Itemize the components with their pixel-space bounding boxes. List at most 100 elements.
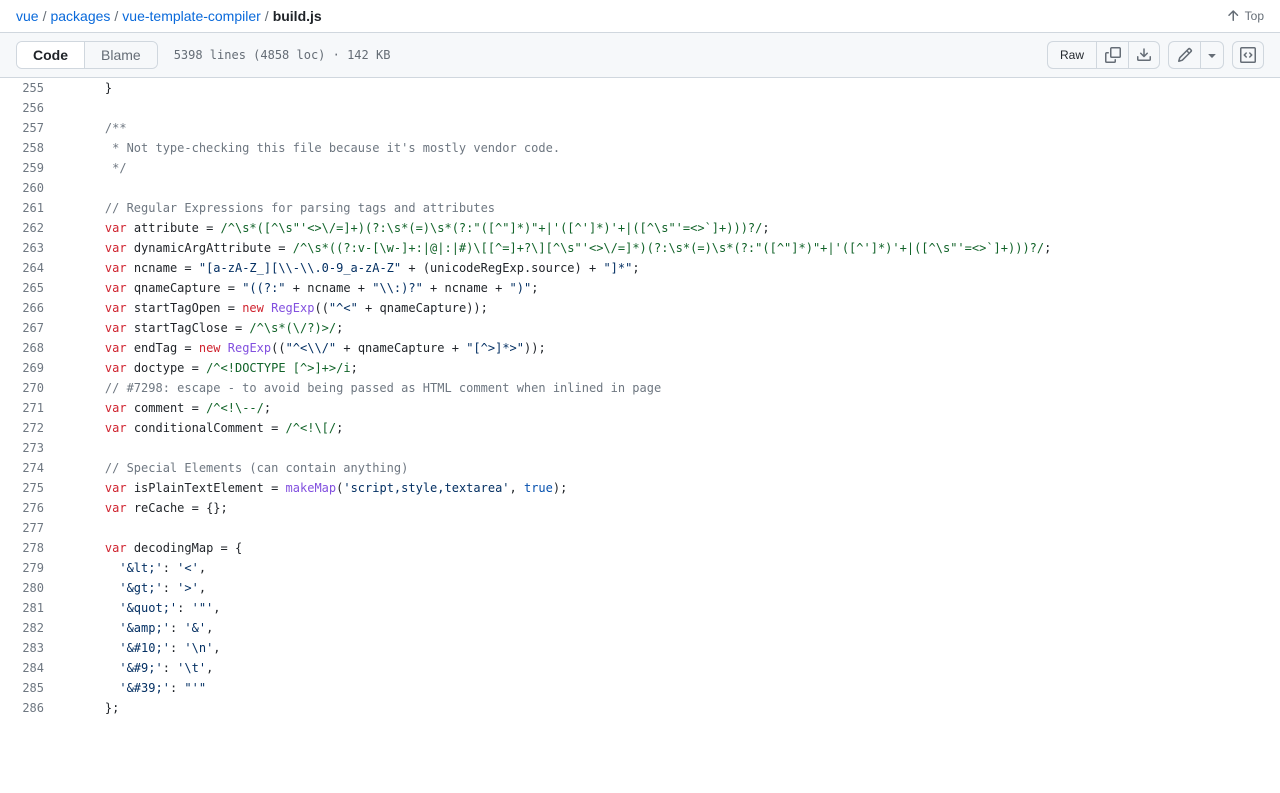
breadcrumb-link[interactable]: vue (16, 8, 39, 24)
line-number[interactable]: 257 (0, 118, 60, 138)
code-line[interactable]: 257 /** (0, 118, 1280, 138)
download-button[interactable] (1128, 41, 1160, 69)
line-number[interactable]: 276 (0, 498, 60, 518)
line-number[interactable]: 258 (0, 138, 60, 158)
code-line[interactable]: 258 * Not type-checking this file becaus… (0, 138, 1280, 158)
line-number[interactable]: 262 (0, 218, 60, 238)
edit-button[interactable] (1168, 41, 1200, 69)
line-content: var comment = /^<!\--/; (60, 398, 271, 418)
toolbar-left: Code Blame 5398 lines (4858 loc) · 142 K… (16, 41, 390, 69)
code-line[interactable]: 274 // Special Elements (can contain any… (0, 458, 1280, 478)
line-number[interactable]: 274 (0, 458, 60, 478)
pencil-icon (1177, 47, 1193, 63)
code-line[interactable]: 267 var startTagClose = /^\s*(\/?)>/; (0, 318, 1280, 338)
line-number[interactable]: 265 (0, 278, 60, 298)
line-content: '&quot;': '"', (60, 598, 221, 618)
file-header: vue / packages / vue-template-compiler /… (0, 0, 1280, 33)
scroll-top-link[interactable]: Top (1225, 8, 1264, 24)
line-number[interactable]: 255 (0, 78, 60, 98)
line-number[interactable]: 269 (0, 358, 60, 378)
edit-dropdown-button[interactable] (1200, 41, 1224, 69)
view-tabs: Code Blame (16, 41, 158, 69)
line-number[interactable]: 259 (0, 158, 60, 178)
line-number[interactable]: 286 (0, 698, 60, 718)
line-content: */ (60, 158, 127, 178)
line-number[interactable]: 266 (0, 298, 60, 318)
top-label: Top (1245, 9, 1264, 23)
line-content: var dynamicArgAttribute = /^\s*((?:v-[\w… (60, 238, 1051, 258)
line-content (60, 518, 76, 538)
breadcrumb-sep: / (114, 8, 118, 24)
code-line[interactable]: 261 // Regular Expressions for parsing t… (0, 198, 1280, 218)
code-line[interactable]: 277 (0, 518, 1280, 538)
line-content: var endTag = new RegExp(("^<\\/" + qname… (60, 338, 546, 358)
code-line[interactable]: 259 */ (0, 158, 1280, 178)
line-content: // Special Elements (can contain anythin… (60, 458, 408, 478)
code-line[interactable]: 264 var ncname = "[a-zA-Z_][\\-\\.0-9_a-… (0, 258, 1280, 278)
raw-button[interactable]: Raw (1047, 41, 1096, 69)
code-line[interactable]: 282 '&amp;': '&', (0, 618, 1280, 638)
code-line[interactable]: 281 '&quot;': '"', (0, 598, 1280, 618)
breadcrumb-link[interactable]: packages (50, 8, 110, 24)
line-content (60, 98, 76, 118)
code-line[interactable]: 271 var comment = /^<!\--/; (0, 398, 1280, 418)
line-number[interactable]: 279 (0, 558, 60, 578)
code-line[interactable]: 255 } (0, 78, 1280, 98)
code-line[interactable]: 265 var qnameCapture = "((?:" + ncname +… (0, 278, 1280, 298)
code-line[interactable]: 270 // #7298: escape - to avoid being pa… (0, 378, 1280, 398)
line-number[interactable]: 273 (0, 438, 60, 458)
line-number[interactable]: 268 (0, 338, 60, 358)
line-number[interactable]: 256 (0, 98, 60, 118)
code-line[interactable]: 263 var dynamicArgAttribute = /^\s*((?:v… (0, 238, 1280, 258)
code-viewer[interactable]: 255 }256257 /**258 * Not type-checking t… (0, 78, 1280, 718)
arrow-up-icon (1225, 8, 1241, 24)
code-line[interactable]: 276 var reCache = {}; (0, 498, 1280, 518)
code-line[interactable]: 266 var startTagOpen = new RegExp(("^<" … (0, 298, 1280, 318)
line-number[interactable]: 282 (0, 618, 60, 638)
line-number[interactable]: 283 (0, 638, 60, 658)
line-number[interactable]: 278 (0, 538, 60, 558)
symbols-icon (1240, 47, 1256, 63)
tab-blame[interactable]: Blame (84, 42, 157, 68)
line-number[interactable]: 275 (0, 478, 60, 498)
line-number[interactable]: 264 (0, 258, 60, 278)
code-line[interactable]: 286 }; (0, 698, 1280, 718)
code-line[interactable]: 269 var doctype = /^<!DOCTYPE [^>]+>/i; (0, 358, 1280, 378)
code-line[interactable]: 279 '&lt;': '<', (0, 558, 1280, 578)
line-number[interactable]: 261 (0, 198, 60, 218)
line-number[interactable]: 284 (0, 658, 60, 678)
line-content: var decodingMap = { (60, 538, 242, 558)
code-line[interactable]: 285 '&#39;': "'" (0, 678, 1280, 698)
line-content: * Not type-checking this file because it… (60, 138, 560, 158)
code-line[interactable]: 278 var decodingMap = { (0, 538, 1280, 558)
line-number[interactable]: 277 (0, 518, 60, 538)
line-number[interactable]: 281 (0, 598, 60, 618)
line-content: var reCache = {}; (60, 498, 228, 518)
line-content: '&#9;': '\t', (60, 658, 213, 678)
line-number[interactable]: 271 (0, 398, 60, 418)
line-number[interactable]: 263 (0, 238, 60, 258)
raw-group: Raw (1047, 41, 1160, 69)
code-line[interactable]: 273 (0, 438, 1280, 458)
download-icon (1136, 47, 1152, 63)
line-number[interactable]: 260 (0, 178, 60, 198)
code-line[interactable]: 284 '&#9;': '\t', (0, 658, 1280, 678)
code-line[interactable]: 280 '&gt;': '>', (0, 578, 1280, 598)
line-number[interactable]: 285 (0, 678, 60, 698)
code-line[interactable]: 262 var attribute = /^\s*([^\s"'<>\/=]+)… (0, 218, 1280, 238)
code-line[interactable]: 260 (0, 178, 1280, 198)
breadcrumb-link[interactable]: vue-template-compiler (122, 8, 261, 24)
tab-code[interactable]: Code (17, 42, 84, 68)
line-number[interactable]: 280 (0, 578, 60, 598)
code-line[interactable]: 275 var isPlainTextElement = makeMap('sc… (0, 478, 1280, 498)
symbols-button[interactable] (1232, 41, 1264, 69)
code-line[interactable]: 256 (0, 98, 1280, 118)
line-number[interactable]: 272 (0, 418, 60, 438)
code-line[interactable]: 272 var conditionalComment = /^<!\[/; (0, 418, 1280, 438)
line-number[interactable]: 270 (0, 378, 60, 398)
line-number[interactable]: 267 (0, 318, 60, 338)
code-line[interactable]: 283 '&#10;': '\n', (0, 638, 1280, 658)
copy-button[interactable] (1096, 41, 1128, 69)
code-line[interactable]: 268 var endTag = new RegExp(("^<\\/" + q… (0, 338, 1280, 358)
line-content: var startTagOpen = new RegExp(("^<" + qn… (60, 298, 488, 318)
